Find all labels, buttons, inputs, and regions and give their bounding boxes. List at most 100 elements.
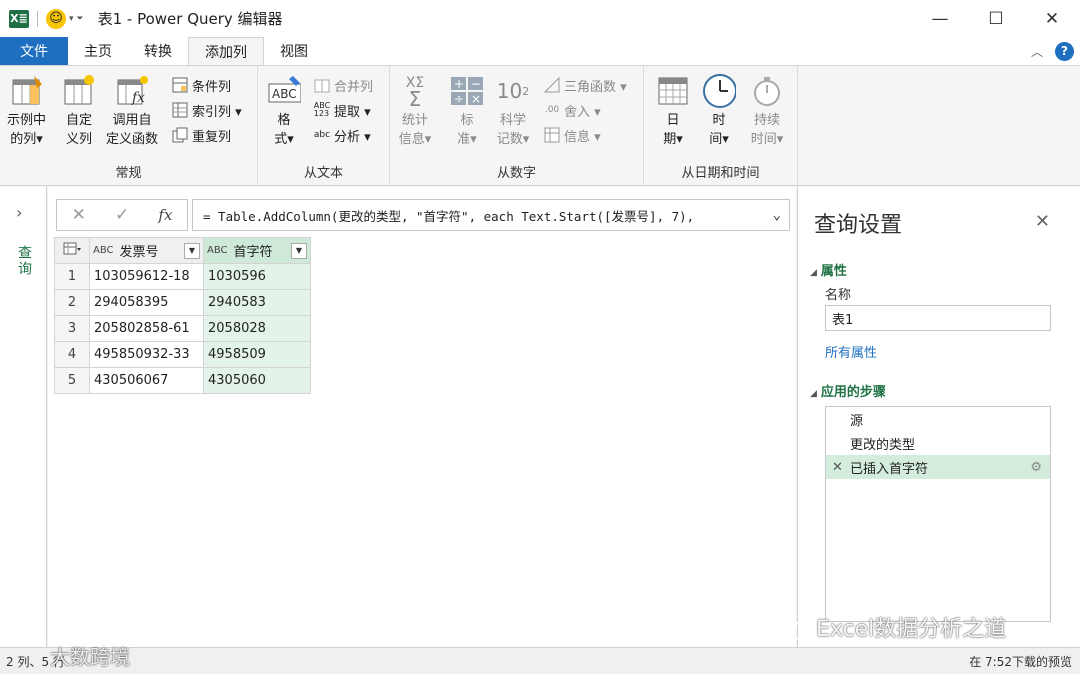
cell-invoice[interactable]: 205802858-61 <box>89 315 204 342</box>
table-row: 4 495850932-33 4958509 <box>54 341 311 368</box>
parse-button[interactable]: abc 分析 ▾ <box>313 124 371 146</box>
information-label: 信息 ▾ <box>564 129 601 145</box>
close-settings-icon[interactable]: ✕ <box>1035 211 1050 232</box>
help-icon[interactable]: ? <box>1055 41 1074 61</box>
duration-button[interactable]: 持续 时间▾ <box>750 74 784 149</box>
statistics-button[interactable]: XΣ Σ 统计 信息▾ <box>398 74 432 149</box>
custom-column-label-2: 义列 <box>65 132 92 147</box>
commit-formula-icon[interactable]: ✓ <box>115 205 129 225</box>
cell-first-chars[interactable]: 2058028 <box>203 315 311 342</box>
merge-columns-button[interactable]: 合并列 <box>313 74 373 96</box>
name-label: 名称 <box>825 288 852 303</box>
cell-invoice[interactable]: 294058395 <box>89 289 204 316</box>
tab-transform[interactable]: 转换 <box>128 37 188 65</box>
insert-function-icon[interactable]: fx <box>158 206 172 224</box>
applied-steps-label: 应用的步骤 <box>820 385 886 400</box>
trigonometry-button[interactable]: 三角函数 ▾ <box>543 74 627 96</box>
format-label-1: 格 <box>277 113 291 128</box>
table-menu-icon[interactable] <box>54 237 90 264</box>
expand-queries-icon[interactable]: › <box>16 203 22 222</box>
information-button[interactable]: 信息 ▾ <box>543 124 601 146</box>
tab-home[interactable]: 主页 <box>68 37 128 65</box>
cell-invoice[interactable]: 430506067 <box>89 367 204 394</box>
rounding-button[interactable]: .00 舍入 ▾ <box>543 99 601 121</box>
group-label-from-text: 从文本 <box>303 166 343 181</box>
scientific-label-1: 科学 <box>499 113 526 128</box>
standard-button[interactable]: + − ÷ × 标 准▾ <box>450 74 484 149</box>
table-row: 5 430506067 4305060 <box>54 367 311 394</box>
minimize-button[interactable]: — <box>912 0 968 37</box>
watermark-left: 大数跨境 <box>6 641 130 670</box>
tab-view[interactable]: 视图 <box>264 37 324 65</box>
custom-column-icon <box>62 74 96 108</box>
formula-input[interactable]: = Table.AddColumn(更改的类型, "首字符", each Tex… <box>192 199 790 231</box>
cell-first-chars[interactable]: 2940583 <box>203 289 311 316</box>
standard-operators-icon: + − ÷ × <box>450 74 484 108</box>
step-item-changed-type[interactable]: 更改的类型 <box>826 431 1050 455</box>
conditional-column-button[interactable]: 条件列 <box>171 74 231 96</box>
filter-dropdown-icon[interactable]: ▼ <box>184 242 200 259</box>
table-row: 1 103059612-18 1030596 <box>54 263 311 290</box>
format-button[interactable]: ABC 格 式▾ <box>267 74 301 149</box>
gear-icon[interactable]: ⚙ <box>1030 460 1042 475</box>
group-label-from-number: 从数字 <box>496 166 536 181</box>
scientific-label-2: 记数▾ <box>496 132 530 147</box>
cell-invoice[interactable]: 103059612-18 <box>89 263 204 290</box>
column-header-invoice[interactable]: ABC 发票号 ▼ <box>89 237 204 264</box>
table-row: 3 205802858-61 2058028 <box>54 315 311 342</box>
expand-formula-icon[interactable]: ⌄ <box>773 207 781 223</box>
delete-step-icon[interactable]: ✕ <box>832 460 843 475</box>
cancel-formula-icon[interactable]: ✕ <box>72 205 86 225</box>
text-type-icon[interactable]: ABC <box>207 245 228 256</box>
queries-pane-label[interactable]: 查询 <box>14 245 34 277</box>
formula-text: = Table.AddColumn(更改的类型, "首字符", each Tex… <box>203 208 695 224</box>
properties-section-header[interactable]: ◢ 属性 <box>810 260 847 279</box>
format-abc-icon: ABC <box>267 74 301 108</box>
standard-label-2: 准▾ <box>457 132 477 147</box>
collapse-triangle-icon: ◢ <box>810 268 817 278</box>
tab-add-column[interactable]: 添加列 <box>188 37 264 65</box>
column-from-examples-label-2: 的列▾ <box>10 132 43 147</box>
cell-first-chars[interactable]: 1030596 <box>203 263 311 290</box>
column-header-first-chars[interactable]: ABC 首字符 ▼ <box>203 237 311 264</box>
smiley-feedback-icon[interactable]: ☺ <box>46 8 66 29</box>
quick-access-dropdown-icon[interactable]: ▾ ⏷ <box>69 14 84 24</box>
cell-invoice[interactable]: 495850932-33 <box>89 341 204 368</box>
queries-pane: › 查询 <box>0 187 47 647</box>
group-label-general: 常规 <box>115 166 142 181</box>
duplicate-column-icon <box>171 127 189 143</box>
standard-label-1: 标 <box>460 113 474 128</box>
column-name-first-chars: 首字符 <box>233 245 273 260</box>
parse-label: 分析 ▾ <box>334 129 371 145</box>
custom-column-button[interactable]: 自定 义列 <box>62 74 96 149</box>
scientific-button[interactable]: 10 2 科学 记数▾ <box>496 74 530 149</box>
invoke-custom-function-button[interactable]: fx 调用自 定义函数 <box>106 74 158 149</box>
duplicate-column-button[interactable]: 重复列 <box>171 124 231 146</box>
collapse-ribbon-icon[interactable]: ︿ <box>1031 43 1043 60</box>
step-item-inserted-first-chars[interactable]: ✕ 已插入首字符 ⚙ <box>826 455 1050 479</box>
svg-text:×: × <box>471 92 481 106</box>
column-from-examples-button[interactable]: 示例中 的列▾ <box>7 74 46 149</box>
data-table: ABC 发票号 ▼ ABC 首字符 ▼ 1 103059612-18 10305… <box>54 237 311 394</box>
all-properties-link[interactable]: 所有属性 <box>825 342 877 361</box>
window-title: 表1 - Power Query 编辑器 <box>97 10 283 28</box>
text-type-icon[interactable]: ABC <box>93 245 114 256</box>
time-button[interactable]: 时 间▾ <box>702 74 736 149</box>
rounding-icon: .00 <box>544 105 560 115</box>
index-column-button[interactable]: 索引列 ▾ <box>171 99 242 121</box>
excel-app-icon: X≣ <box>9 9 29 28</box>
date-button[interactable]: 日 期▾ <box>656 74 690 149</box>
applied-steps-section-header[interactable]: ◢ 应用的步骤 <box>810 381 886 400</box>
step-item-source[interactable]: 源 <box>826 407 1050 431</box>
maximize-button[interactable]: ☐ <box>968 0 1024 37</box>
formula-bar: ✕ ✓ fx = Table.AddColumn(更改的类型, "首字符", e… <box>56 199 790 231</box>
row-number: 3 <box>54 315 90 342</box>
ribbon-group-from-datetime: 日 期▾ 时 间▾ 持续 时间▾ 从日期和时间 <box>644 66 798 185</box>
close-window-button[interactable]: ✕ <box>1024 0 1080 37</box>
query-name-input[interactable]: 表1 <box>825 305 1051 331</box>
cell-first-chars[interactable]: 4305060 <box>203 367 311 394</box>
filter-dropdown-icon[interactable]: ▼ <box>291 242 307 259</box>
extract-button[interactable]: ABC 123 提取 ▾ <box>313 99 371 121</box>
cell-first-chars[interactable]: 4958509 <box>203 341 311 368</box>
tab-file[interactable]: 文件 <box>0 37 68 65</box>
